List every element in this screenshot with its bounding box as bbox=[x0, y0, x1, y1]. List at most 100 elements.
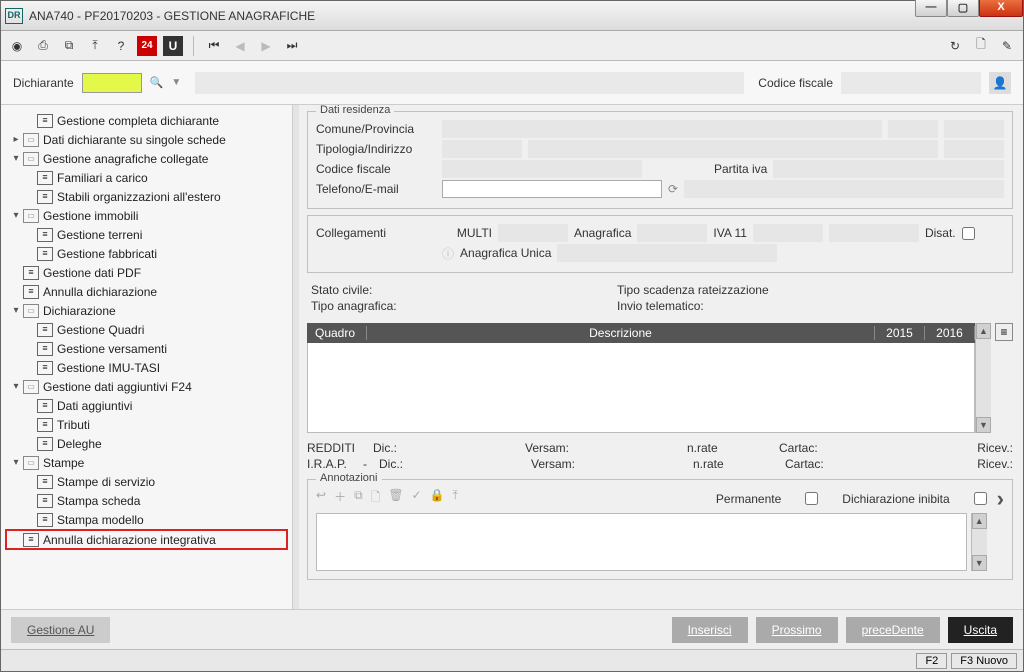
prossimo-button[interactable]: Prossimo bbox=[756, 617, 838, 643]
form-icon: ≡ bbox=[37, 190, 53, 204]
undo-icon[interactable]: ↩ bbox=[316, 488, 326, 509]
tree-item[interactable]: ▾▭Stampe bbox=[5, 453, 288, 472]
tree-item[interactable]: ≡Gestione dati PDF bbox=[5, 263, 288, 282]
newdoc-icon[interactable]: 🗋 bbox=[971, 36, 991, 56]
tree-item[interactable]: ▾▭Gestione dati aggiuntivi F24 bbox=[5, 377, 288, 396]
table-action-button[interactable]: ≡ bbox=[995, 323, 1013, 341]
form-icon: ≡ bbox=[37, 228, 53, 242]
nav-last-icon[interactable]: ⏭ bbox=[282, 36, 302, 56]
folder-icon: ▭ bbox=[23, 380, 39, 394]
ann-scrollbar[interactable]: ▲▼ bbox=[971, 513, 987, 571]
folder-icon: ▭ bbox=[23, 456, 39, 470]
copy-icon[interactable]: ⧉ bbox=[59, 36, 79, 56]
lock-icon[interactable]: 🔒 bbox=[430, 488, 445, 509]
inserisci-button[interactable]: Inserisci bbox=[672, 617, 748, 643]
tree-item[interactable]: ≡Gestione Quadri bbox=[5, 320, 288, 339]
form-icon: ≡ bbox=[37, 342, 53, 356]
add-icon[interactable]: ＋ bbox=[334, 488, 346, 509]
tree-item[interactable]: ≡Tributi bbox=[5, 415, 288, 434]
edit-icon[interactable]: ✎ bbox=[997, 36, 1017, 56]
form-icon: ≡ bbox=[37, 418, 53, 432]
dropdown-icon[interactable]: ▼ bbox=[171, 77, 181, 88]
precedente-button[interactable]: preceDente bbox=[846, 617, 940, 643]
table-body[interactable] bbox=[307, 343, 975, 433]
trash-icon[interactable]: 🗑 bbox=[388, 488, 403, 509]
close-button[interactable]: X bbox=[979, 0, 1023, 17]
nav-tree[interactable]: ≡Gestione completa dichiarante ▸▭Dati di… bbox=[1, 105, 293, 609]
tree-item[interactable]: ▾▭Gestione anagrafiche collegate bbox=[5, 149, 288, 168]
status-bar: F2 F3 Nuovo bbox=[1, 649, 1023, 671]
form-icon: ≡ bbox=[37, 361, 53, 375]
u-button[interactable]: U bbox=[163, 36, 183, 56]
tree-item[interactable]: ≡Deleghe bbox=[5, 434, 288, 453]
comune-value bbox=[442, 120, 882, 138]
upload-icon[interactable]: ⤒ bbox=[85, 36, 105, 56]
tree-item[interactable]: ≡Gestione terreni bbox=[5, 225, 288, 244]
doc-icon[interactable]: 🗋 bbox=[371, 488, 381, 509]
redditi-block: REDDITI Dic.: Versam: n.rate Cartac: Ric… bbox=[307, 439, 1013, 473]
dichiarante-desc bbox=[195, 72, 744, 94]
annotazioni-group: Annotazioni ↩ ＋ ⧉ 🗋 🗑 ✓ 🔒 ⤒ bbox=[307, 479, 1013, 580]
form-icon: ≡ bbox=[37, 513, 53, 527]
tree-item[interactable]: ▾▭Dichiarazione bbox=[5, 301, 288, 320]
f2-key[interactable]: F2 bbox=[916, 653, 947, 669]
table-header: Quadro Descrizione 2015 2016 bbox=[307, 323, 975, 343]
minimize-button[interactable]: — bbox=[915, 0, 947, 17]
tree-item[interactable]: ≡Dati aggiuntivi bbox=[5, 396, 288, 415]
dichiarante-label: Dichiarante bbox=[13, 76, 74, 90]
action1-icon[interactable]: ↻ bbox=[945, 36, 965, 56]
tree-item[interactable]: ≡Gestione versamenti bbox=[5, 339, 288, 358]
tree-item[interactable]: ≡Annulla dichiarazione bbox=[5, 282, 288, 301]
nav-next-icon: ▶ bbox=[256, 36, 276, 56]
cf-value bbox=[841, 72, 981, 94]
tree-item[interactable]: ≡Gestione completa dichiarante bbox=[5, 111, 288, 130]
gestione-au-button[interactable]: Gestione AU bbox=[11, 617, 110, 643]
info-icon: ⓘ bbox=[442, 245, 454, 262]
cf-label: Codice fiscale bbox=[758, 76, 833, 90]
telefono-input[interactable] bbox=[442, 180, 662, 198]
upload-icon[interactable]: ⤒ bbox=[453, 488, 458, 509]
stato-block: Stato civile: Tipo scadenza rateizzazion… bbox=[307, 279, 1013, 317]
tree-item[interactable]: ≡Stampa modello bbox=[5, 510, 288, 529]
help-icon[interactable]: ? bbox=[111, 36, 131, 56]
camera-icon[interactable]: ◉ bbox=[7, 36, 27, 56]
nav-prev-icon: ◀ bbox=[230, 36, 250, 56]
disat-checkbox[interactable] bbox=[962, 227, 975, 240]
check-icon[interactable]: ✓ bbox=[412, 488, 422, 509]
tree-item[interactable]: ≡Gestione IMU-TASI bbox=[5, 358, 288, 377]
dichiarante-input[interactable] bbox=[82, 73, 142, 93]
window-title: ANA740 - PF20170203 - GESTIONE ANAGRAFIC… bbox=[29, 9, 915, 23]
uscita-button[interactable]: Uscita bbox=[948, 617, 1013, 643]
form-icon: ≡ bbox=[37, 247, 53, 261]
inibita-checkbox[interactable] bbox=[974, 492, 987, 505]
table-scrollbar[interactable]: ▲▼ bbox=[975, 323, 991, 433]
group-legend: Dati residenza bbox=[316, 105, 394, 116]
tree-item[interactable]: ▸▭Dati dichiarante su singole schede bbox=[5, 130, 288, 149]
form-icon: ≡ bbox=[37, 437, 53, 451]
i24-button[interactable]: 24 bbox=[137, 36, 157, 56]
copy-icon[interactable]: ⧉ bbox=[354, 488, 363, 509]
form-icon: ≡ bbox=[37, 171, 53, 185]
tree-item-selected[interactable]: ≡Annulla dichiarazione integrativa bbox=[5, 529, 288, 550]
expand-icon[interactable]: › bbox=[997, 486, 1004, 512]
form-icon: ≡ bbox=[37, 494, 53, 508]
tree-item[interactable]: ≡Familiari a carico bbox=[5, 168, 288, 187]
nav-first-icon[interactable]: ⏮ bbox=[204, 36, 224, 56]
form-icon: ≡ bbox=[37, 323, 53, 337]
print-icon[interactable]: ⎙ bbox=[33, 36, 53, 56]
annotazioni-text[interactable] bbox=[316, 513, 967, 571]
form-icon: ≡ bbox=[23, 266, 39, 280]
tree-item[interactable]: ≡Stampa scheda bbox=[5, 491, 288, 510]
f3-key[interactable]: F3 Nuovo bbox=[951, 653, 1017, 669]
tree-item[interactable]: ≡Stampe di servizio bbox=[5, 472, 288, 491]
collegamenti-group: Collegamenti MULTI Anagrafica IVA 11 Dis… bbox=[307, 215, 1013, 273]
search-icon[interactable]: 🔍 bbox=[150, 76, 164, 89]
refresh-icon[interactable]: ⟳ bbox=[668, 182, 678, 196]
maximize-button[interactable]: ▢ bbox=[947, 0, 979, 17]
tree-item[interactable]: ▾▭Gestione immobili bbox=[5, 206, 288, 225]
tree-item[interactable]: ≡Stabili organizzazioni all'estero bbox=[5, 187, 288, 206]
tree-item[interactable]: ≡Gestione fabbricati bbox=[5, 244, 288, 263]
folder-icon: ▭ bbox=[23, 304, 39, 318]
permanente-checkbox[interactable] bbox=[805, 492, 818, 505]
titlebar: DR ANA740 - PF20170203 - GESTIONE ANAGRA… bbox=[1, 1, 1023, 31]
